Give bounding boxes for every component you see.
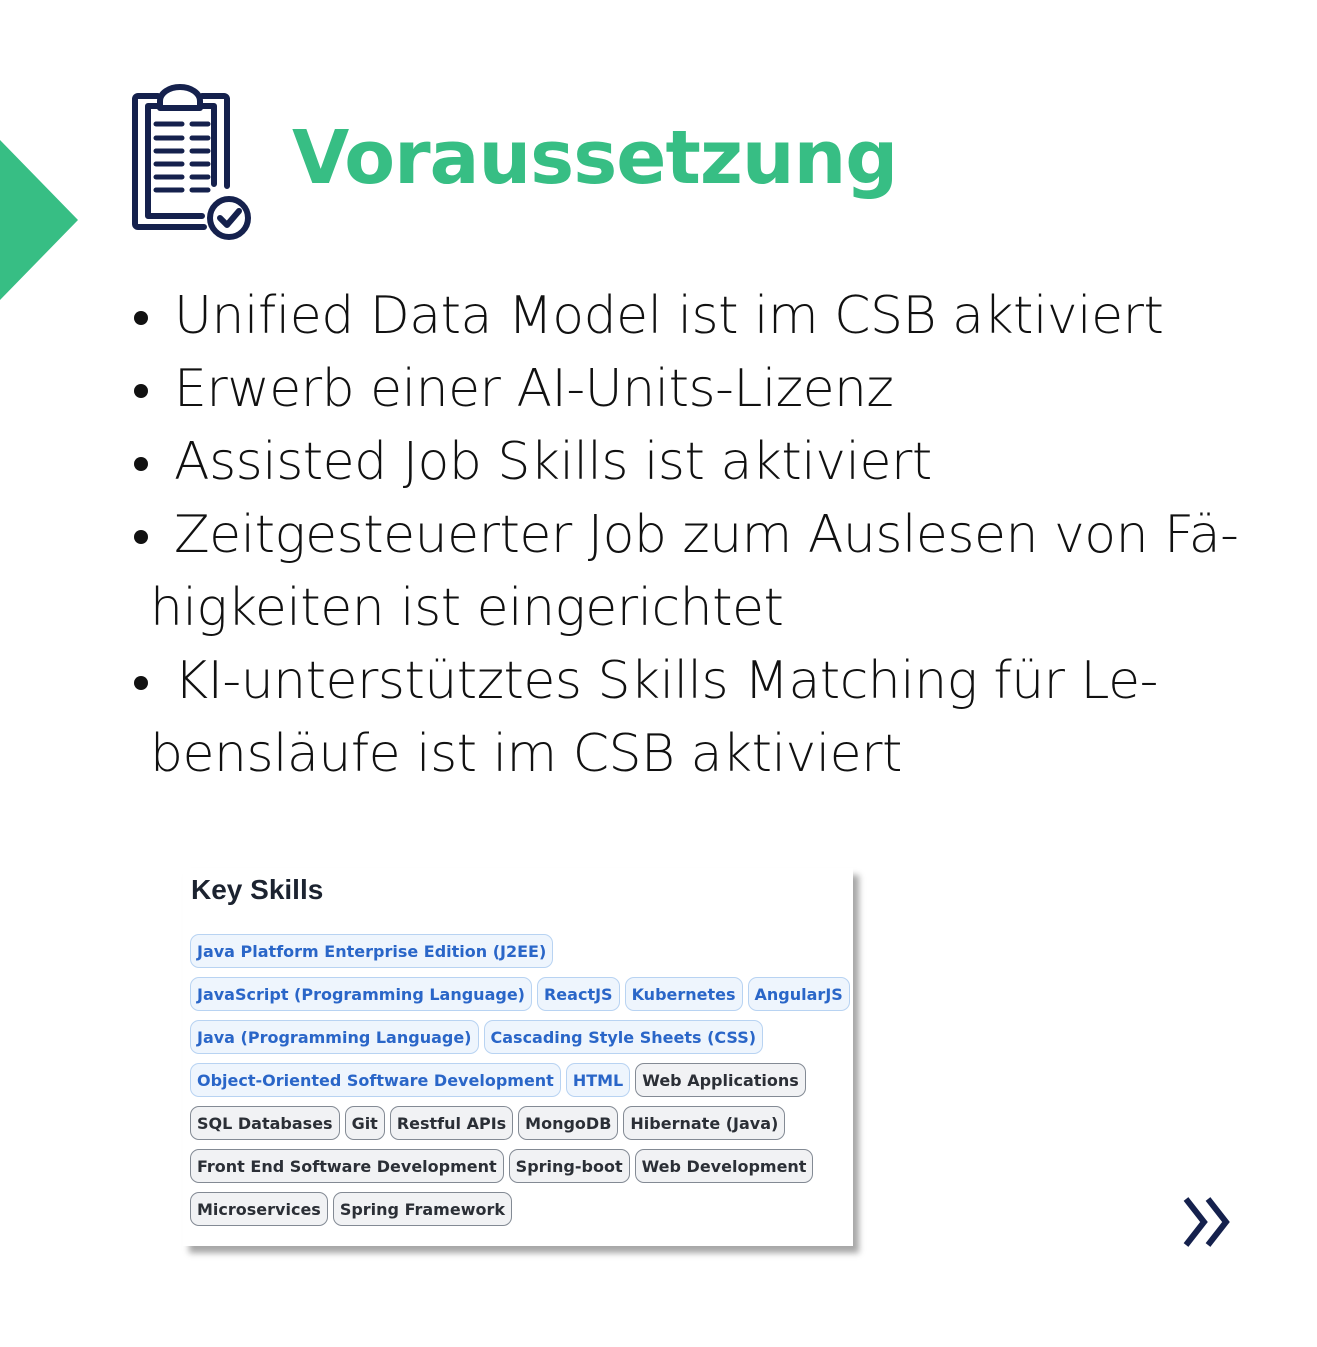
requirement-item: Erwerb einer AI-Units-Lizenz (130, 353, 1270, 426)
skill-chip[interactable]: Front End Software Development (190, 1149, 504, 1183)
skill-chip[interactable]: Spring-boot (508, 1149, 630, 1183)
bullet-dot (134, 530, 148, 544)
skill-chip[interactable]: Microservices (190, 1192, 328, 1226)
skill-chip-row: Java (Programming Language) Cascading Sty… (190, 1020, 850, 1056)
key-skills-title: Key Skills (191, 874, 324, 905)
requirement-text-continued: bensläufe ist im CSB aktiviert (150, 724, 902, 784)
skill-chip[interactable]: Kubernetes (624, 977, 743, 1011)
skill-chip-row: Object-Oriented Software Development HTML… (190, 1063, 850, 1099)
skill-chip-row: Front End Software Development Spring-boo… (190, 1149, 850, 1185)
double-chevron-right-icon[interactable] (1180, 1196, 1236, 1248)
skill-chip[interactable]: Cascading Style Sheets (CSS) (483, 1020, 764, 1054)
bullet-dot (134, 457, 148, 471)
skill-chip[interactable]: JavaScript (Programming Language) (190, 977, 532, 1011)
skill-chip-row: SQL Databases Git Restful APIs MongoDB Hiber… (190, 1106, 850, 1142)
key-skills-card: Key Skills Java Platform Enterprise Edit… (183, 868, 853, 1246)
requirement-text: Zeitgesteuerter Job zum Auslesen von Fä- (174, 505, 1239, 565)
clipboard-check-icon (132, 84, 251, 240)
requirement-text: Assisted Job Skills ist aktiviert (174, 432, 932, 492)
bullet-dot (134, 676, 148, 690)
skill-chip-row: Java Platform Enterprise Edition (J2EE) (190, 934, 850, 970)
requirement-item: Unified Data Model ist im CSB aktiviert (130, 280, 1270, 353)
skill-chip[interactable]: AngularJS (747, 977, 850, 1011)
requirement-item: KI-unterstütztes Skills Matching für Le-… (130, 645, 1270, 791)
page-title: Voraussetzung (292, 115, 898, 201)
skill-chip[interactable]: MongoDB (518, 1106, 619, 1140)
skill-chip[interactable]: Java (Programming Language) (190, 1020, 479, 1054)
green-arrow-marker (0, 140, 78, 300)
skill-chip[interactable]: SQL Databases (190, 1106, 340, 1140)
skill-chip[interactable]: Java Platform Enterprise Edition (J2EE) (190, 934, 554, 968)
skill-chip[interactable]: HTML (565, 1063, 631, 1097)
skill-chip[interactable]: Object-Oriented Software Development (190, 1063, 561, 1097)
skill-chip[interactable]: Web Applications (635, 1063, 806, 1097)
requirement-item: Zeitgesteuerter Job zum Auslesen von Fä-… (130, 499, 1270, 645)
requirement-text: KI-unterstütztes Skills Matching für Le- (174, 651, 1158, 711)
bullet-dot (134, 311, 148, 325)
skill-chip[interactable]: Hibernate (Java) (623, 1106, 786, 1140)
skill-chip-row: Microservices Spring Framework (190, 1192, 850, 1228)
requirement-text: Unified Data Model ist im CSB aktiviert (174, 286, 1164, 346)
skill-chip[interactable]: Restful APIs (389, 1106, 514, 1140)
skill-chip[interactable]: ReactJS (536, 977, 620, 1011)
requirement-text: Erwerb einer AI-Units-Lizenz (174, 359, 894, 419)
bullet-dot (134, 384, 148, 398)
requirements-list: Unified Data Model ist im CSB aktiviert … (130, 280, 1270, 791)
requirement-item: Assisted Job Skills ist aktiviert (130, 426, 1270, 499)
skill-chip-row: JavaScript (Programming Language) ReactJS… (190, 977, 850, 1013)
skill-chip[interactable]: Spring Framework (332, 1192, 512, 1226)
skill-chip[interactable]: Web Development (634, 1149, 814, 1183)
requirement-text-continued: higkeiten ist eingerichtet (150, 578, 784, 638)
skill-chip[interactable]: Git (344, 1106, 385, 1140)
skill-chip-list: Java Platform Enterprise Edition (J2EE) J… (190, 934, 850, 1235)
